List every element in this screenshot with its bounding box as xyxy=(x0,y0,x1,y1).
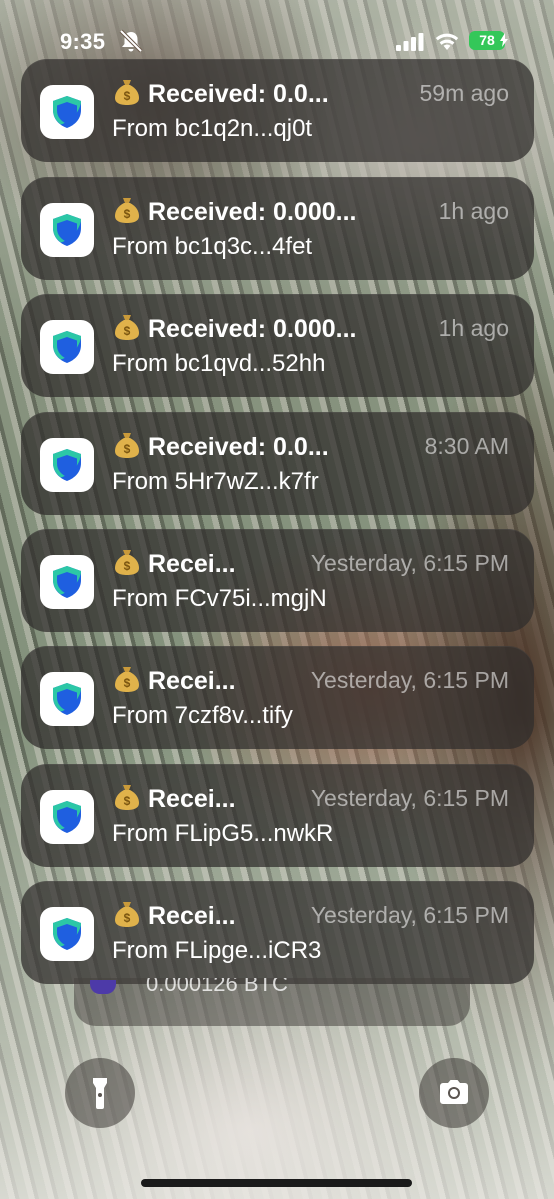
notification-title-text: Recei... xyxy=(148,667,236,695)
notification-title: $ Recei... xyxy=(114,665,236,696)
money-bag-icon: $ xyxy=(115,80,139,105)
wifi-icon xyxy=(435,33,459,50)
notification-card[interactable]: $ Received: 0.000... 1h ago From bc1q3c...4… xyxy=(21,177,534,280)
notification-card[interactable]: $ Recei... Yesterday, 6:15 PM From FLipge..… xyxy=(21,881,534,984)
svg-text:$: $ xyxy=(124,89,131,103)
camera-icon xyxy=(440,1080,468,1104)
shield-icon xyxy=(53,214,81,246)
notification-time: 1h ago xyxy=(438,315,509,341)
battery-charging-icon xyxy=(500,33,508,47)
notification-title-text: Recei... xyxy=(148,550,236,578)
shield-icon xyxy=(53,96,81,128)
notification-body: From bc1q2n...qj0t xyxy=(112,115,313,142)
notification-title-text: Received: 0.000... xyxy=(148,315,357,343)
notification-title: $ Received: 0.0... xyxy=(114,78,329,109)
notification-body: From bc1qvd...52hh xyxy=(112,350,326,377)
camera-button[interactable] xyxy=(419,1058,489,1128)
peek-text: 0.000126 BTC xyxy=(146,978,288,996)
shield-icon xyxy=(53,449,81,481)
money-bag-icon: $ xyxy=(114,196,140,224)
app-icon xyxy=(40,203,94,257)
notification-title-text: Recei... xyxy=(148,785,236,813)
money-bag-icon: $ xyxy=(114,665,140,693)
notification-title-text: Received: 0.000... xyxy=(148,198,357,226)
cellular-signal-icon xyxy=(396,33,424,51)
notification-card[interactable]: $ Recei... Yesterday, 6:15 PM From 7czf8v..… xyxy=(21,646,534,749)
notification-title-text: Received: 0.0... xyxy=(148,80,329,108)
notification-body: From FLipG5...nwkR xyxy=(112,820,334,847)
app-icon xyxy=(40,907,94,961)
status-time: 9:35 xyxy=(60,29,106,54)
notification-time: Yesterday, 6:15 PM xyxy=(310,550,509,576)
flashlight-button[interactable] xyxy=(65,1058,135,1128)
money-bag-icon: $ xyxy=(114,900,140,928)
svg-text:$: $ xyxy=(124,559,131,573)
notification-title: $ Received: 0.0... xyxy=(114,431,329,462)
shield-icon xyxy=(53,331,81,363)
app-icon xyxy=(40,555,94,609)
notification-title: $ Recei... xyxy=(114,900,236,931)
notification-card[interactable]: $ Received: 0.000... 1h ago From bc1qvd...5… xyxy=(21,294,534,397)
shield-icon xyxy=(53,683,81,715)
app-icon xyxy=(40,790,94,844)
app-icon xyxy=(40,672,94,726)
notification-body: From FCv75i...mgjN xyxy=(112,585,327,612)
money-bag-icon: $ xyxy=(115,433,139,458)
notification-title: $ Recei... xyxy=(114,548,236,579)
notification-time: Yesterday, 6:15 PM xyxy=(310,902,509,928)
money-bag-icon: $ xyxy=(115,198,139,223)
notification-time: 1h ago xyxy=(438,198,509,224)
notification-card[interactable]: $ Received: 0.0... 59m ago From bc1q2n...qj… xyxy=(21,59,534,162)
money-bag-icon: $ xyxy=(114,783,140,811)
notification-time: 59m ago xyxy=(419,80,509,106)
money-bag-icon: $ xyxy=(114,78,140,106)
notification-title: $ Recei... xyxy=(114,783,236,814)
svg-text:$: $ xyxy=(124,911,131,925)
svg-text:$: $ xyxy=(124,442,131,456)
notification-time: Yesterday, 6:15 PM xyxy=(310,785,509,811)
svg-text:$: $ xyxy=(124,794,131,808)
notification-time: Yesterday, 6:15 PM xyxy=(310,667,509,693)
notification-card[interactable]: $ Recei... Yesterday, 6:15 PM From FCv75i..… xyxy=(21,529,534,632)
svg-text:$: $ xyxy=(124,676,131,690)
notification-body: From 7czf8v...tify xyxy=(112,702,293,729)
notification-title: $ Received: 0.000... xyxy=(114,313,356,344)
app-icon xyxy=(40,438,94,492)
svg-text:$: $ xyxy=(124,324,131,338)
notification-title: $ Received: 0.000... xyxy=(114,196,356,227)
money-bag-icon: $ xyxy=(115,902,139,927)
money-bag-icon: $ xyxy=(114,313,140,341)
app-icon xyxy=(40,85,94,139)
notification-body: From FLipge...iCR3 xyxy=(112,937,322,964)
notification-title-text: Received: 0.0... xyxy=(148,433,329,461)
notification-card[interactable]: $ Recei... Yesterday, 6:15 PM From FLipG5..… xyxy=(21,764,534,867)
flashlight-icon xyxy=(93,1078,107,1109)
notification-body: From bc1q3c...4fet xyxy=(112,233,313,260)
svg-text:$: $ xyxy=(124,207,131,221)
shield-icon xyxy=(53,801,81,833)
money-bag-icon: $ xyxy=(115,785,139,810)
money-bag-icon: $ xyxy=(114,548,140,576)
home-indicator[interactable] xyxy=(141,1179,412,1187)
notification-body: From 5Hr7wZ...k7fr xyxy=(112,468,319,495)
notification-time: 8:30 AM xyxy=(424,433,509,459)
notification-card[interactable]: $ Received: 0.0... 8:30 AM From 5Hr7wZ...k7… xyxy=(21,412,534,515)
money-bag-icon: $ xyxy=(115,315,139,340)
shield-icon xyxy=(53,918,81,950)
money-bag-icon: $ xyxy=(115,667,139,692)
bell-slash-icon xyxy=(119,29,143,53)
money-bag-icon: $ xyxy=(114,431,140,459)
shield-icon xyxy=(53,566,81,598)
app-icon xyxy=(90,980,116,994)
money-bag-icon: $ xyxy=(115,550,139,575)
stacked-notification-peek[interactable]: 0.000126 BTC xyxy=(74,978,470,1026)
app-icon xyxy=(40,320,94,374)
notification-title-text: Recei... xyxy=(148,902,236,930)
